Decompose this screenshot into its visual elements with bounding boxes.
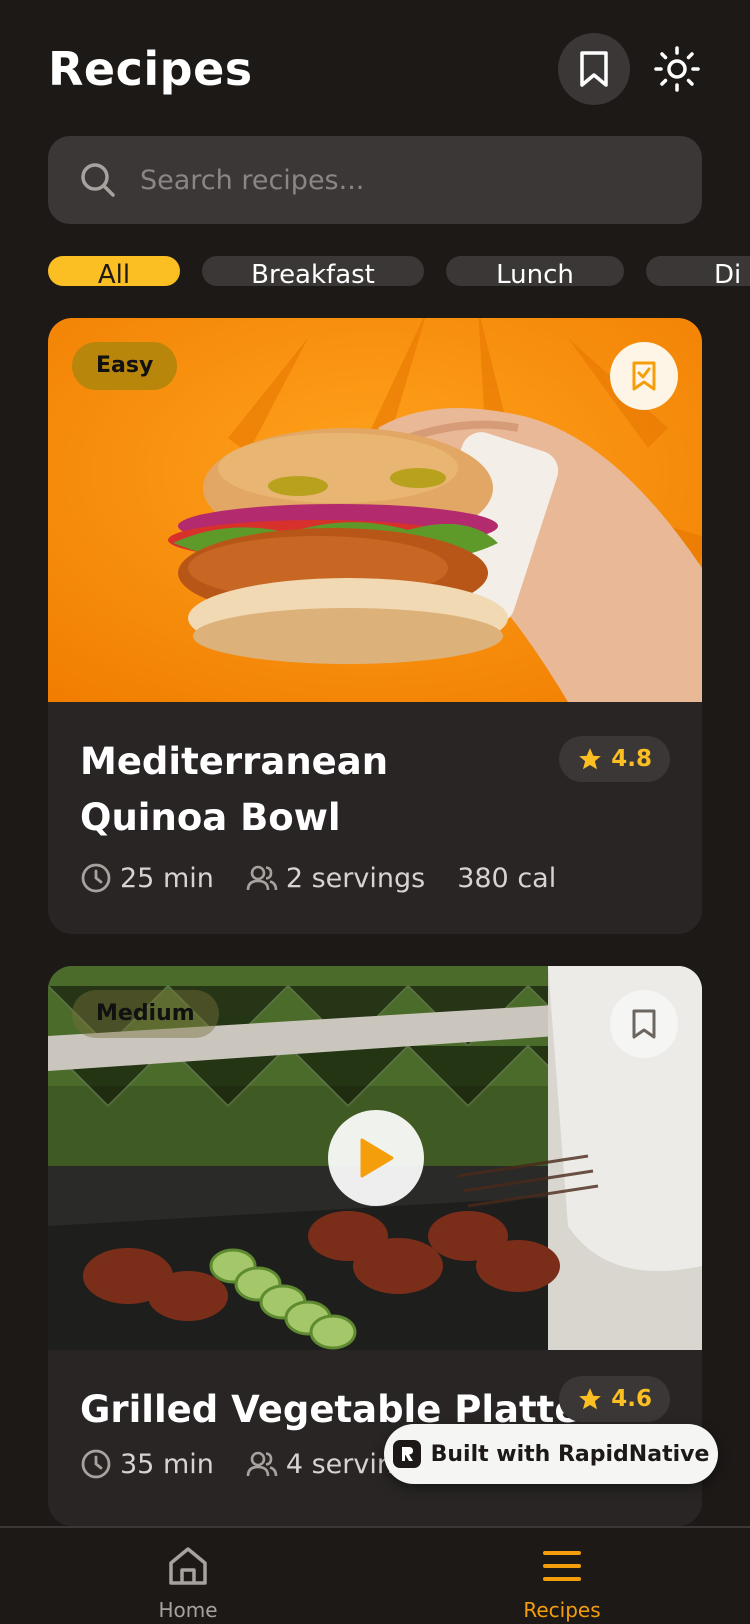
calories: 380 cal — [457, 863, 556, 894]
recipe-image: Easy — [48, 318, 702, 702]
star-icon — [579, 748, 602, 770]
theme-toggle-button[interactable] — [652, 44, 702, 94]
recipe-image: Medium — [48, 966, 702, 1350]
save-recipe-button[interactable] — [610, 342, 678, 410]
difficulty-badge: Easy — [72, 342, 178, 390]
bottom-nav: Home Recipes — [0, 1526, 750, 1624]
chip-lunch[interactable]: Lunch — [446, 256, 624, 286]
calories-value: 380 cal — [457, 862, 557, 894]
play-icon — [360, 1138, 394, 1178]
difficulty-badge: Medium — [72, 990, 219, 1038]
chip-dinner[interactable]: Di — [646, 256, 750, 286]
chip-all[interactable]: All — [48, 256, 180, 286]
bookmark-check-icon — [632, 361, 656, 391]
chip-breakfast[interactable]: Breakfast — [202, 256, 424, 286]
cook-time-value: 25 min — [120, 862, 214, 894]
built-with-badge[interactable]: Built with RapidNative — [384, 1424, 718, 1484]
recipe-card[interactable]: Easy Mediterranean Quinoa Bowl 4.8 25 mi… — [48, 318, 702, 934]
play-video-button[interactable] — [328, 1110, 424, 1206]
card-body: Mediterranean Quinoa Bowl 4.8 25 min 2 s… — [48, 702, 702, 894]
recipe-meta: 25 min 2 servings 380 cal — [80, 862, 670, 894]
rating-badge: 4.8 — [559, 736, 670, 782]
built-with-label: Built with RapidNative — [430, 1441, 710, 1467]
rating-badge: 4.6 — [559, 1376, 670, 1422]
home-icon — [169, 1547, 207, 1585]
saved-recipes-button[interactable] — [558, 33, 630, 105]
header: Recipes — [48, 30, 702, 108]
search-icon — [81, 163, 115, 197]
nav-recipes-label: Recipes — [523, 1598, 601, 1622]
bookmark-icon — [580, 51, 608, 87]
servings-value: 2 servings — [285, 862, 426, 894]
star-icon — [579, 1388, 602, 1410]
sun-icon — [654, 46, 700, 92]
bookmark-icon — [632, 1009, 656, 1039]
rating-value: 4.6 — [611, 1386, 652, 1412]
nav-recipes[interactable]: Recipes — [462, 1528, 662, 1624]
users-icon — [246, 1451, 278, 1477]
search-input[interactable] — [140, 164, 680, 196]
rapidnative-logo-icon — [392, 1440, 421, 1468]
page-title: Recipes — [48, 42, 253, 96]
rating-value: 4.8 — [611, 746, 652, 772]
cook-time-value: 35 min — [120, 1448, 214, 1480]
nav-home[interactable]: Home — [88, 1528, 288, 1624]
search-bar[interactable] — [48, 136, 702, 224]
clock-icon — [81, 1449, 111, 1479]
cook-time: 25 min — [80, 862, 214, 894]
header-actions — [558, 33, 702, 105]
users-icon — [246, 865, 278, 891]
cook-time: 35 min — [80, 1448, 214, 1480]
menu-icon — [543, 1551, 581, 1581]
servings: 2 servings — [246, 862, 425, 894]
clock-icon — [81, 863, 111, 893]
nav-home-label: Home — [158, 1598, 218, 1622]
category-filters: All Breakfast Lunch Di — [48, 256, 750, 286]
recipe-title: Mediterranean Quinoa Bowl — [80, 740, 389, 839]
save-recipe-button[interactable] — [610, 990, 678, 1058]
